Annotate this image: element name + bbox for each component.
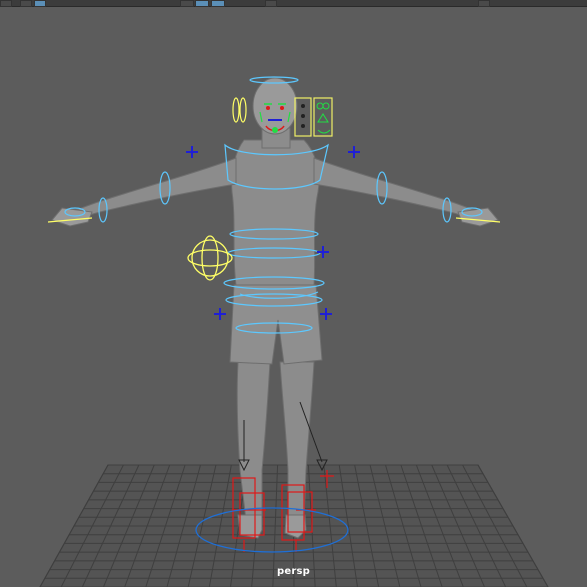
camera-label: persp [277, 566, 310, 577]
scene-canvas[interactable] [0, 0, 587, 587]
hip-pivot-control[interactable] [187, 235, 233, 281]
